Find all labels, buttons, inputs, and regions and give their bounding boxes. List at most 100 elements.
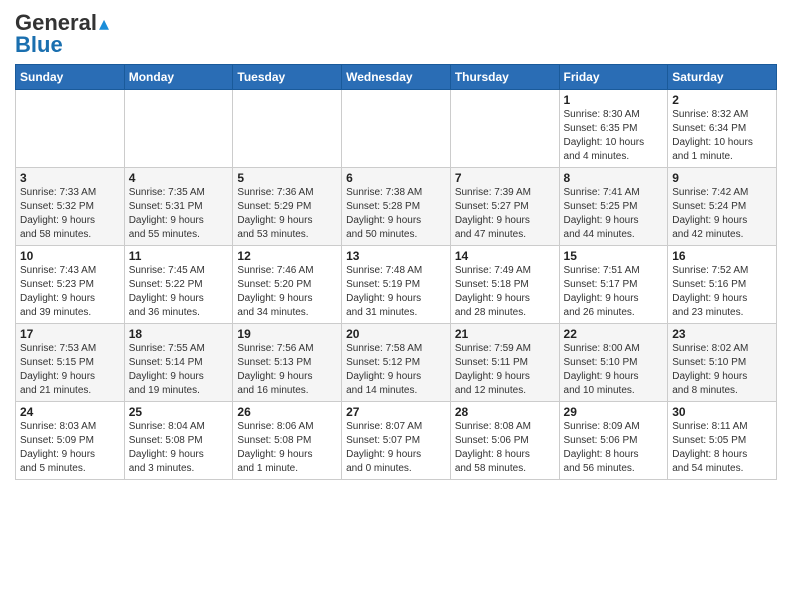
week-row-2: 10Sunrise: 7:43 AM Sunset: 5:23 PM Dayli… <box>16 246 777 324</box>
day-info: Sunrise: 7:49 AM Sunset: 5:18 PM Dayligh… <box>455 264 555 320</box>
day-cell-1-4: 7Sunrise: 7:39 AM Sunset: 5:27 PM Daylig… <box>450 168 559 246</box>
day-number: 10 <box>20 249 120 263</box>
day-number: 2 <box>672 93 772 107</box>
day-info: Sunrise: 7:59 AM Sunset: 5:11 PM Dayligh… <box>455 342 555 398</box>
week-row-1: 3Sunrise: 7:33 AM Sunset: 5:32 PM Daylig… <box>16 168 777 246</box>
day-info: Sunrise: 7:41 AM Sunset: 5:25 PM Dayligh… <box>564 186 664 242</box>
day-info: Sunrise: 7:35 AM Sunset: 5:31 PM Dayligh… <box>129 186 229 242</box>
day-info: Sunrise: 7:33 AM Sunset: 5:32 PM Dayligh… <box>20 186 120 242</box>
day-cell-4-4: 28Sunrise: 8:08 AM Sunset: 5:06 PM Dayli… <box>450 402 559 480</box>
day-number: 14 <box>455 249 555 263</box>
day-cell-1-3: 6Sunrise: 7:38 AM Sunset: 5:28 PM Daylig… <box>342 168 451 246</box>
day-cell-1-2: 5Sunrise: 7:36 AM Sunset: 5:29 PM Daylig… <box>233 168 342 246</box>
day-number: 22 <box>564 327 664 341</box>
day-cell-1-5: 8Sunrise: 7:41 AM Sunset: 5:25 PM Daylig… <box>559 168 668 246</box>
day-info: Sunrise: 7:43 AM Sunset: 5:23 PM Dayligh… <box>20 264 120 320</box>
day-number: 1 <box>564 93 664 107</box>
day-number: 5 <box>237 171 337 185</box>
day-info: Sunrise: 7:38 AM Sunset: 5:28 PM Dayligh… <box>346 186 446 242</box>
day-cell-4-2: 26Sunrise: 8:06 AM Sunset: 5:08 PM Dayli… <box>233 402 342 480</box>
logo-bird-icon: ▴ <box>99 11 109 36</box>
day-cell-3-0: 17Sunrise: 7:53 AM Sunset: 5:15 PM Dayli… <box>16 324 125 402</box>
header: General ▴ Blue <box>15 10 777 58</box>
day-number: 27 <box>346 405 446 419</box>
day-info: Sunrise: 7:51 AM Sunset: 5:17 PM Dayligh… <box>564 264 664 320</box>
day-cell-1-6: 9Sunrise: 7:42 AM Sunset: 5:24 PM Daylig… <box>668 168 777 246</box>
day-number: 17 <box>20 327 120 341</box>
header-cell-monday: Monday <box>124 65 233 90</box>
day-cell-3-6: 23Sunrise: 8:02 AM Sunset: 5:10 PM Dayli… <box>668 324 777 402</box>
day-info: Sunrise: 7:39 AM Sunset: 5:27 PM Dayligh… <box>455 186 555 242</box>
day-info: Sunrise: 7:56 AM Sunset: 5:13 PM Dayligh… <box>237 342 337 398</box>
day-number: 11 <box>129 249 229 263</box>
day-cell-1-1: 4Sunrise: 7:35 AM Sunset: 5:31 PM Daylig… <box>124 168 233 246</box>
day-cell-0-0 <box>16 90 125 168</box>
logo: General ▴ Blue <box>15 10 109 58</box>
day-cell-2-2: 12Sunrise: 7:46 AM Sunset: 5:20 PM Dayli… <box>233 246 342 324</box>
day-info: Sunrise: 7:46 AM Sunset: 5:20 PM Dayligh… <box>237 264 337 320</box>
day-info: Sunrise: 8:02 AM Sunset: 5:10 PM Dayligh… <box>672 342 772 398</box>
day-cell-4-1: 25Sunrise: 8:04 AM Sunset: 5:08 PM Dayli… <box>124 402 233 480</box>
logo-blue-text: Blue <box>15 32 63 58</box>
week-row-0: 1Sunrise: 8:30 AM Sunset: 6:35 PM Daylig… <box>16 90 777 168</box>
day-info: Sunrise: 8:00 AM Sunset: 5:10 PM Dayligh… <box>564 342 664 398</box>
day-cell-0-2 <box>233 90 342 168</box>
header-cell-friday: Friday <box>559 65 668 90</box>
day-number: 9 <box>672 171 772 185</box>
day-cell-0-6: 2Sunrise: 8:32 AM Sunset: 6:34 PM Daylig… <box>668 90 777 168</box>
day-number: 28 <box>455 405 555 419</box>
day-cell-4-6: 30Sunrise: 8:11 AM Sunset: 5:05 PM Dayli… <box>668 402 777 480</box>
day-info: Sunrise: 7:48 AM Sunset: 5:19 PM Dayligh… <box>346 264 446 320</box>
day-cell-2-5: 15Sunrise: 7:51 AM Sunset: 5:17 PM Dayli… <box>559 246 668 324</box>
day-info: Sunrise: 7:55 AM Sunset: 5:14 PM Dayligh… <box>129 342 229 398</box>
day-info: Sunrise: 7:36 AM Sunset: 5:29 PM Dayligh… <box>237 186 337 242</box>
day-cell-0-4 <box>450 90 559 168</box>
day-cell-0-3 <box>342 90 451 168</box>
day-number: 26 <box>237 405 337 419</box>
day-info: Sunrise: 8:08 AM Sunset: 5:06 PM Dayligh… <box>455 420 555 476</box>
day-number: 20 <box>346 327 446 341</box>
day-cell-3-4: 21Sunrise: 7:59 AM Sunset: 5:11 PM Dayli… <box>450 324 559 402</box>
calendar-table: SundayMondayTuesdayWednesdayThursdayFrid… <box>15 64 777 480</box>
day-number: 30 <box>672 405 772 419</box>
day-info: Sunrise: 8:11 AM Sunset: 5:05 PM Dayligh… <box>672 420 772 476</box>
header-cell-thursday: Thursday <box>450 65 559 90</box>
day-cell-2-3: 13Sunrise: 7:48 AM Sunset: 5:19 PM Dayli… <box>342 246 451 324</box>
day-cell-0-5: 1Sunrise: 8:30 AM Sunset: 6:35 PM Daylig… <box>559 90 668 168</box>
day-number: 24 <box>20 405 120 419</box>
day-cell-0-1 <box>124 90 233 168</box>
header-row: SundayMondayTuesdayWednesdayThursdayFrid… <box>16 65 777 90</box>
week-row-4: 24Sunrise: 8:03 AM Sunset: 5:09 PM Dayli… <box>16 402 777 480</box>
day-number: 25 <box>129 405 229 419</box>
day-info: Sunrise: 8:07 AM Sunset: 5:07 PM Dayligh… <box>346 420 446 476</box>
day-info: Sunrise: 8:32 AM Sunset: 6:34 PM Dayligh… <box>672 108 772 164</box>
day-cell-2-6: 16Sunrise: 7:52 AM Sunset: 5:16 PM Dayli… <box>668 246 777 324</box>
day-number: 21 <box>455 327 555 341</box>
day-info: Sunrise: 7:58 AM Sunset: 5:12 PM Dayligh… <box>346 342 446 398</box>
day-cell-3-1: 18Sunrise: 7:55 AM Sunset: 5:14 PM Dayli… <box>124 324 233 402</box>
day-info: Sunrise: 7:53 AM Sunset: 5:15 PM Dayligh… <box>20 342 120 398</box>
day-number: 7 <box>455 171 555 185</box>
day-number: 8 <box>564 171 664 185</box>
day-cell-4-3: 27Sunrise: 8:07 AM Sunset: 5:07 PM Dayli… <box>342 402 451 480</box>
header-cell-sunday: Sunday <box>16 65 125 90</box>
day-number: 23 <box>672 327 772 341</box>
header-cell-wednesday: Wednesday <box>342 65 451 90</box>
day-number: 15 <box>564 249 664 263</box>
day-cell-3-2: 19Sunrise: 7:56 AM Sunset: 5:13 PM Dayli… <box>233 324 342 402</box>
day-cell-3-5: 22Sunrise: 8:00 AM Sunset: 5:10 PM Dayli… <box>559 324 668 402</box>
day-cell-4-5: 29Sunrise: 8:09 AM Sunset: 5:06 PM Dayli… <box>559 402 668 480</box>
header-cell-tuesday: Tuesday <box>233 65 342 90</box>
day-info: Sunrise: 7:42 AM Sunset: 5:24 PM Dayligh… <box>672 186 772 242</box>
week-row-3: 17Sunrise: 7:53 AM Sunset: 5:15 PM Dayli… <box>16 324 777 402</box>
header-cell-saturday: Saturday <box>668 65 777 90</box>
day-number: 12 <box>237 249 337 263</box>
day-number: 19 <box>237 327 337 341</box>
day-number: 6 <box>346 171 446 185</box>
day-info: Sunrise: 8:06 AM Sunset: 5:08 PM Dayligh… <box>237 420 337 476</box>
day-number: 18 <box>129 327 229 341</box>
day-cell-2-1: 11Sunrise: 7:45 AM Sunset: 5:22 PM Dayli… <box>124 246 233 324</box>
day-number: 4 <box>129 171 229 185</box>
page-container: General ▴ Blue SundayMondayTuesdayWednes… <box>0 0 792 485</box>
day-cell-3-3: 20Sunrise: 7:58 AM Sunset: 5:12 PM Dayli… <box>342 324 451 402</box>
